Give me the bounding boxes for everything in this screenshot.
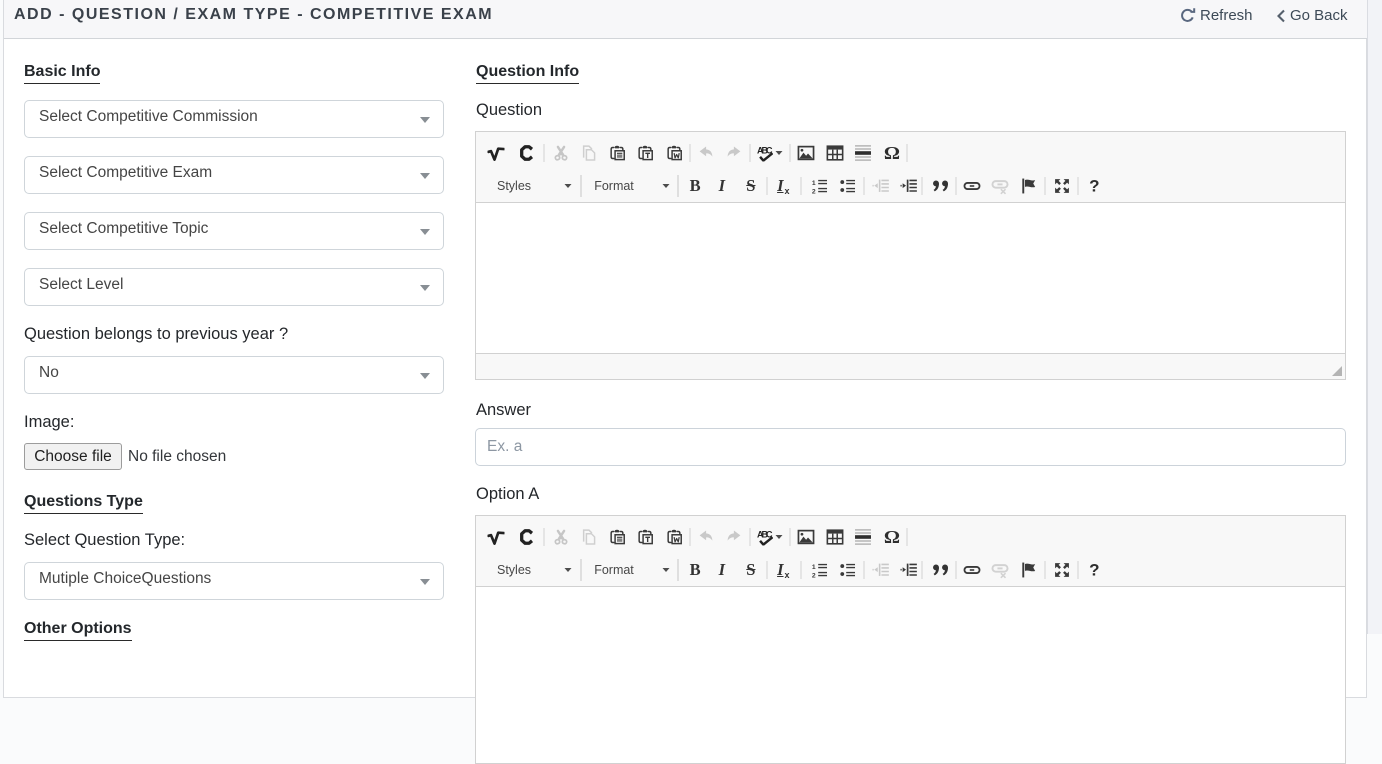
- svg-text:2: 2: [812, 572, 816, 578]
- svg-text:1: 1: [812, 179, 816, 186]
- svg-text:1: 1: [812, 563, 816, 570]
- svg-text:2: 2: [812, 188, 816, 194]
